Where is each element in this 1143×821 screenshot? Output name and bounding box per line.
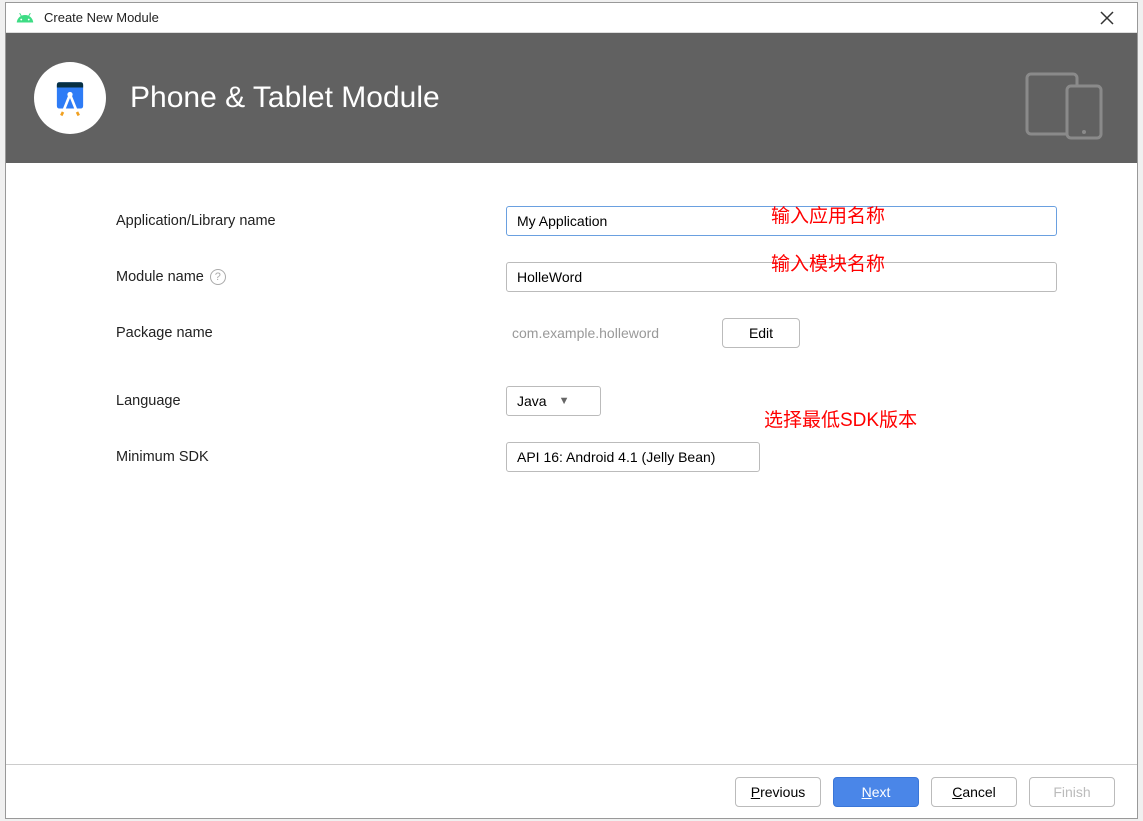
device-outline-icon [1019,68,1109,140]
input-module-name[interactable] [506,262,1057,292]
finish-button: Finish [1029,777,1115,807]
module-icon-circle [34,62,106,134]
previous-button[interactable]: Previous [735,777,821,807]
select-language-value: Java [517,393,547,409]
header-title: Phone & Tablet Module [130,81,440,115]
footer-buttons: Previous Next Cancel Finish [6,764,1137,818]
package-name-display: com.example.holleword [506,325,716,341]
row-min-sdk: Minimum SDK API 16: Android 4.1 (Jelly B… [116,439,1057,475]
header-banner: Phone & Tablet Module [6,33,1137,163]
row-package-name: Package name com.example.holleword Edit [116,315,1057,351]
android-studio-icon [49,77,91,119]
next-button[interactable]: Next [833,777,919,807]
cancel-button[interactable]: Cancel [931,777,1017,807]
close-icon [1100,11,1114,25]
label-package-name: Package name [116,325,506,341]
window-title: Create New Module [44,10,1087,25]
select-min-sdk-value: API 16: Android 4.1 (Jelly Bean) [517,449,715,465]
row-app-name: Application/Library name [116,203,1057,239]
input-app-name[interactable] [506,206,1057,236]
row-language: Language Java ▼ [116,383,1057,419]
label-module-name: Module name ? [116,269,506,285]
form-content: Application/Library name Module name ? P… [6,163,1137,764]
cancel-label: ancel [962,784,995,800]
label-min-sdk: Minimum SDK [116,449,506,465]
close-button[interactable] [1087,4,1127,32]
label-language: Language [116,393,506,409]
select-language[interactable]: Java ▼ [506,386,601,416]
next-label: ext [872,784,891,800]
select-min-sdk[interactable]: API 16: Android 4.1 (Jelly Bean) [506,442,760,472]
previous-label: revious [760,784,805,800]
label-app-name: Application/Library name [116,213,506,229]
row-module-name: Module name ? [116,259,1057,295]
dialog-window: Create New Module Phone & Tablet Module [5,2,1138,819]
chevron-down-icon: ▼ [559,395,570,407]
help-icon[interactable]: ? [210,269,226,285]
titlebar[interactable]: Create New Module [6,3,1137,33]
label-module-name-text: Module name [116,269,204,285]
edit-package-button[interactable]: Edit [722,318,800,348]
android-icon [16,9,34,27]
